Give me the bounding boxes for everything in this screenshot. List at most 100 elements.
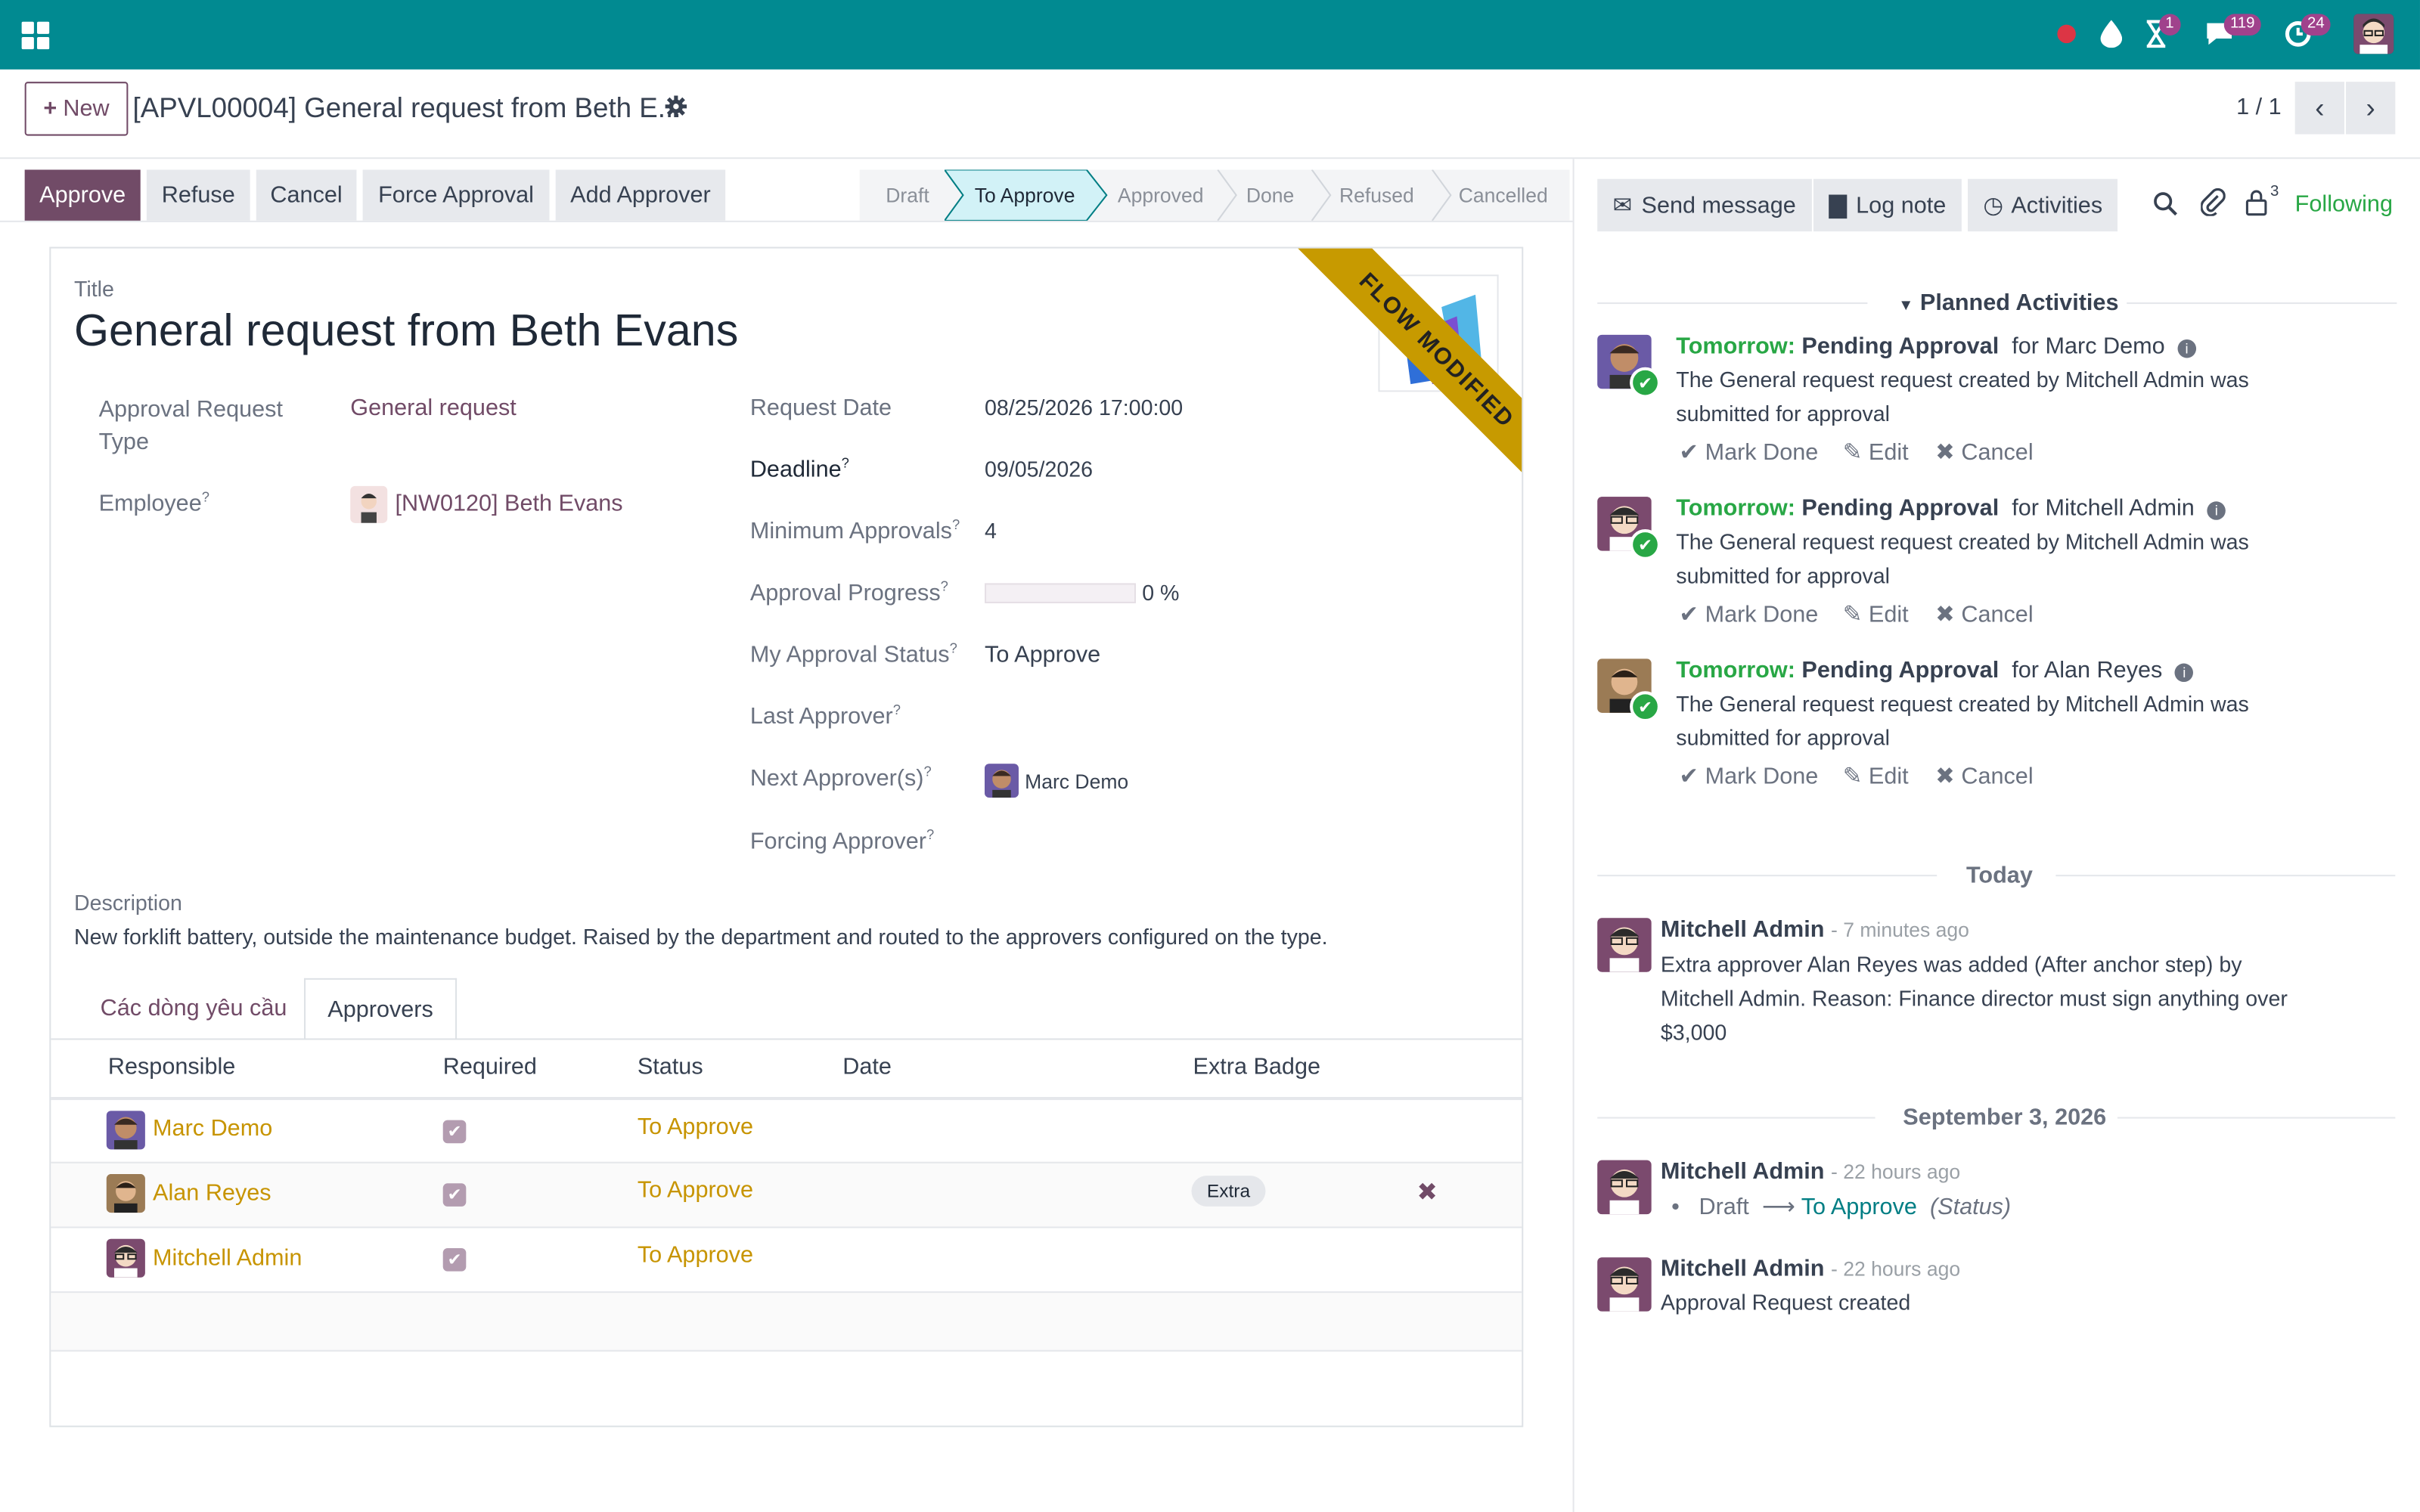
activity-assignee: for Marc Demo (2012, 333, 2165, 360)
search-icon[interactable] (2153, 191, 2178, 224)
required-checkbox[interactable]: ✔ (442, 1183, 467, 1207)
help-icon[interactable]: ? (952, 517, 960, 532)
mark-done-button[interactable]: ✔ Mark Done (1679, 438, 1818, 466)
following-button[interactable]: Following (2295, 191, 2393, 218)
column-required[interactable]: Required (443, 1054, 537, 1080)
message-author[interactable]: Mitchell Admin (1661, 1159, 1825, 1185)
new-button[interactable]: + New (24, 82, 129, 136)
next-approver-value[interactable]: Marc Demo (1025, 770, 1128, 793)
info-icon[interactable]: i (2177, 339, 2196, 358)
column-responsible[interactable]: Responsible (108, 1054, 235, 1080)
gear-icon[interactable] (665, 95, 690, 121)
approver-name[interactable]: Mitchell Admin (153, 1245, 302, 1272)
edit-button[interactable]: ✎ Edit (1843, 438, 1909, 466)
force-approval-button[interactable]: Force Approval (362, 169, 550, 221)
info-icon[interactable]: i (2207, 501, 2226, 520)
approval-progress-bar (985, 583, 1137, 603)
message-body: Extra approver Alan Reyes was added (Aft… (1660, 952, 2288, 1045)
status-separators (1217, 169, 1452, 221)
record-title[interactable]: General request from Beth Evans (74, 307, 738, 358)
pencil-icon: ✎ (1842, 601, 1863, 628)
table-row[interactable] (51, 1161, 1522, 1227)
activity-check-icon: ✔ (1630, 367, 1661, 398)
activity-title: Pending Approval (1801, 333, 2000, 360)
employee-value[interactable]: [NW0120] Beth Evans (395, 491, 622, 517)
envelope-icon: ✉ (1612, 193, 1633, 219)
cancel-button[interactable]: Cancel (256, 169, 357, 221)
column-status[interactable]: Status (638, 1054, 703, 1080)
edit-button[interactable]: ✎ Edit (1843, 600, 1909, 628)
lock-icon[interactable] (2245, 190, 2267, 224)
record-dot-icon[interactable] (2055, 23, 2077, 45)
table-bottom-divider (51, 1349, 1522, 1352)
required-checkbox[interactable]: ✔ (442, 1248, 467, 1272)
help-icon[interactable]: ? (950, 640, 957, 655)
message-time: - 22 hours ago (1830, 1257, 1961, 1281)
message-body: Approval Request created (1660, 1290, 1911, 1315)
edit-button[interactable]: ✎ Edit (1843, 762, 1909, 790)
tracking-old-value: Draft (1699, 1194, 1749, 1221)
help-icon[interactable]: ? (926, 827, 934, 842)
request-date-label: Request Date (749, 395, 892, 422)
paperclip-icon[interactable] (2200, 187, 2226, 224)
pager-value[interactable]: 1 / 1 (2236, 94, 2282, 120)
app-menu-icon[interactable] (18, 18, 52, 52)
edit-label: Edit (1868, 764, 1909, 790)
mark-done-button[interactable]: ✔ Mark Done (1679, 762, 1818, 790)
deadline-value[interactable]: 09/05/2026 (985, 457, 1093, 482)
minimum-approvals-label: Minimum Approvals? (750, 517, 960, 545)
activities-badge: 24 (2301, 14, 2331, 36)
close-icon: ✖ (1935, 439, 1955, 466)
activity-text: The General request request created by M… (1676, 528, 2249, 588)
pencil-icon: ✎ (1842, 764, 1863, 790)
close-icon: ✖ (1935, 601, 1955, 628)
cancel-activity-button[interactable]: ✖ Cancel (1935, 438, 2033, 466)
column-date[interactable]: Date (842, 1054, 892, 1080)
approval-progress-value: 0 % (1142, 580, 1180, 605)
request-date-value[interactable]: 08/25/2026 17:00:00 (985, 395, 1183, 420)
approval-type-value[interactable]: General request (350, 395, 517, 421)
log-note-button[interactable]: ▇ Log note (1813, 178, 1962, 232)
message-author[interactable]: Mitchell Admin (1661, 916, 1825, 943)
pager-previous-button[interactable]: ‹ (2294, 82, 2344, 135)
tab-request-lines[interactable]: Các dòng yêu cầu (101, 995, 287, 1021)
message-author[interactable]: Mitchell Admin (1661, 1256, 1825, 1282)
help-icon[interactable]: ? (924, 764, 932, 779)
mark-done-button[interactable]: ✔ Mark Done (1679, 600, 1818, 628)
message-time: - 7 minutes ago (1830, 918, 1969, 941)
user-avatar[interactable] (2353, 14, 2394, 54)
refuse-button[interactable]: Refuse (146, 169, 250, 221)
employee-label: Employee? (99, 489, 209, 517)
message-avatar (1597, 1257, 1652, 1312)
pager-next-button[interactable]: › (2346, 82, 2396, 135)
tab-approvers[interactable]: Approvers (304, 978, 458, 1040)
approve-button[interactable]: Approve (24, 169, 141, 221)
required-checkbox[interactable]: ✔ (442, 1120, 467, 1144)
cancel-activity-button[interactable]: ✖ Cancel (1935, 762, 2033, 790)
planned-activities-toggle[interactable]: ▼ Planned Activities (1898, 290, 2118, 317)
cancel-activity-button[interactable]: ✖ Cancel (1935, 600, 2033, 628)
approver-name[interactable]: Marc Demo (153, 1115, 272, 1142)
add-approver-button[interactable]: Add Approver (555, 169, 726, 221)
description-value[interactable]: New forklift battery, outside the mainte… (74, 924, 1328, 949)
column-extra-badge[interactable]: Extra Badge (1193, 1054, 1320, 1080)
help-icon[interactable]: ? (893, 702, 901, 717)
clock-icon: ◷ (1983, 193, 2004, 219)
activities-button[interactable]: ◷ Activities (1968, 178, 2118, 232)
help-icon[interactable]: ? (842, 455, 849, 470)
next-approvers-label: Next Approver(s)? (750, 764, 932, 792)
remove-row-icon[interactable]: ✖ (1416, 1177, 1437, 1208)
minimum-approvals-value: 4 (985, 518, 997, 544)
help-icon[interactable]: ? (941, 578, 948, 593)
description-label: Description (73, 890, 182, 916)
help-icon[interactable]: ? (202, 489, 209, 504)
mark-done-label: Mark Done (1705, 764, 1819, 790)
planned-divider-right (2127, 302, 2397, 305)
droplet-icon[interactable] (2097, 18, 2125, 49)
send-message-label: Send message (1641, 192, 1796, 218)
info-icon[interactable]: i (2175, 663, 2194, 683)
table-row-empty[interactable] (51, 1291, 1522, 1350)
send-message-button[interactable]: ✉ Send message (1597, 178, 1812, 232)
approver-status: To Approve (637, 1177, 754, 1204)
approver-name[interactable]: Alan Reyes (153, 1180, 271, 1207)
